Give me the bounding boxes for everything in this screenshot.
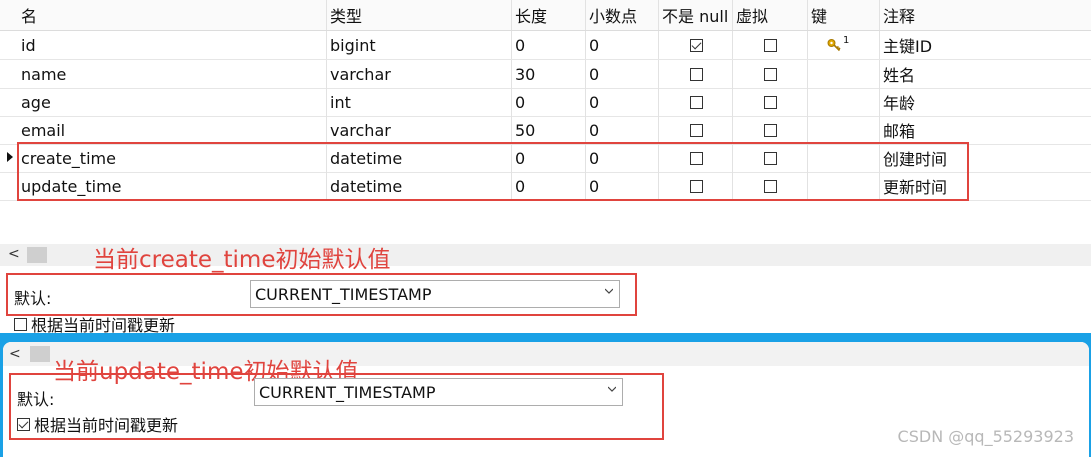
key-cell[interactable] xyxy=(807,88,883,116)
grid-header: 名 类型 长度 小数点 不是 null 虚拟 键 注释 xyxy=(0,0,1091,31)
default-value-select[interactable]: CURRENT_TIMESTAMP xyxy=(254,378,623,406)
column-header-decimals[interactable]: 小数点 xyxy=(585,0,662,30)
default-label: 默认: xyxy=(14,289,52,308)
field-decimals-cell[interactable]: 0 xyxy=(585,60,662,88)
virtual-checkbox[interactable] xyxy=(764,38,777,52)
field-length-cell[interactable]: 50 xyxy=(511,116,589,144)
default-value-text: CURRENT_TIMESTAMP xyxy=(259,382,436,402)
column-header-length[interactable]: 长度 xyxy=(511,0,589,30)
table-row[interactable]: email varchar 50 0 邮箱 xyxy=(0,116,1091,145)
field-type-cell[interactable]: int xyxy=(326,88,515,116)
column-header-type[interactable]: 类型 xyxy=(326,0,515,30)
update-time-properties-panel: < 当前update_time初始默认值 默认: CURRENT_TIMESTA… xyxy=(3,342,1089,457)
field-comment-cell[interactable]: 年龄 xyxy=(879,88,1091,116)
key-index: 1 xyxy=(843,34,850,46)
column-header-not-null[interactable]: 不是 null xyxy=(658,0,736,30)
field-design-panel: 名 类型 长度 小数点 不是 null 虚拟 键 注释 id bigint 0 … xyxy=(0,0,1091,336)
scroll-left-icon[interactable]: < xyxy=(9,346,21,362)
table-row[interactable]: age int 0 0 年龄 xyxy=(0,88,1091,117)
not-null-checkbox[interactable] xyxy=(690,95,703,109)
on-update-label: 根据当前时间戳更新 xyxy=(31,316,176,335)
default-label: 默认: xyxy=(17,390,55,409)
field-length-cell[interactable]: 0 xyxy=(511,88,589,116)
table-row[interactable]: name varchar 30 0 姓名 xyxy=(0,60,1091,89)
annotation-create-default: 当前create_time初始默认值 xyxy=(93,247,391,273)
field-type-cell[interactable]: varchar xyxy=(326,116,515,144)
field-comment-cell[interactable]: 姓名 xyxy=(879,60,1091,88)
field-type-cell[interactable]: varchar xyxy=(326,60,515,88)
scroll-thumb[interactable] xyxy=(30,346,50,362)
highlight-box-time-rows xyxy=(17,142,969,201)
field-name-cell[interactable]: name xyxy=(18,60,329,88)
virtual-checkbox[interactable] xyxy=(764,67,777,81)
chevron-down-icon xyxy=(608,386,616,392)
on-update-checkbox[interactable] xyxy=(17,417,30,431)
on-update-checkbox[interactable] xyxy=(14,317,27,331)
column-header-name[interactable]: 名 xyxy=(18,0,329,30)
field-type-cell[interactable]: bigint xyxy=(326,31,515,59)
field-comment-cell[interactable]: 主键ID xyxy=(879,31,1091,59)
key-cell[interactable] xyxy=(807,116,883,144)
field-name-cell[interactable]: id xyxy=(18,31,329,59)
field-length-cell[interactable]: 0 xyxy=(511,31,589,59)
column-header-comment[interactable]: 注释 xyxy=(879,0,1091,30)
watermark: CSDN @qq_55293923 xyxy=(897,427,1074,446)
field-name-cell[interactable]: age xyxy=(18,88,329,116)
key-cell[interactable] xyxy=(807,60,883,88)
not-null-checkbox[interactable] xyxy=(690,123,703,137)
chevron-down-icon xyxy=(605,288,613,294)
column-header-key[interactable]: 键 xyxy=(807,0,883,30)
field-decimals-cell[interactable]: 0 xyxy=(585,116,662,144)
not-null-checkbox[interactable] xyxy=(690,67,703,81)
field-comment-cell[interactable]: 邮箱 xyxy=(879,116,1091,144)
key-cell[interactable]: 1 xyxy=(807,31,883,59)
virtual-checkbox[interactable] xyxy=(764,95,777,109)
table-row[interactable]: id bigint 0 0 1 主键ID xyxy=(0,31,1091,60)
virtual-checkbox[interactable] xyxy=(764,123,777,137)
column-header-virtual[interactable]: 虚拟 xyxy=(732,0,811,30)
primary-key-icon xyxy=(827,38,841,52)
field-decimals-cell[interactable]: 0 xyxy=(585,88,662,116)
not-null-checkbox[interactable] xyxy=(690,38,703,52)
on-update-option[interactable]: 根据当前时间戳更新 xyxy=(17,412,178,436)
field-name-cell[interactable]: email xyxy=(18,116,329,144)
scroll-thumb[interactable] xyxy=(27,247,47,263)
field-length-cell[interactable]: 30 xyxy=(511,60,589,88)
field-decimals-cell[interactable]: 0 xyxy=(585,31,662,59)
default-value-select[interactable]: CURRENT_TIMESTAMP xyxy=(250,280,620,308)
on-update-option[interactable]: 根据当前时间戳更新 xyxy=(14,312,175,336)
scroll-left-icon[interactable]: < xyxy=(8,246,20,262)
default-value-text: CURRENT_TIMESTAMP xyxy=(255,284,432,304)
on-update-label: 根据当前时间戳更新 xyxy=(34,416,179,435)
